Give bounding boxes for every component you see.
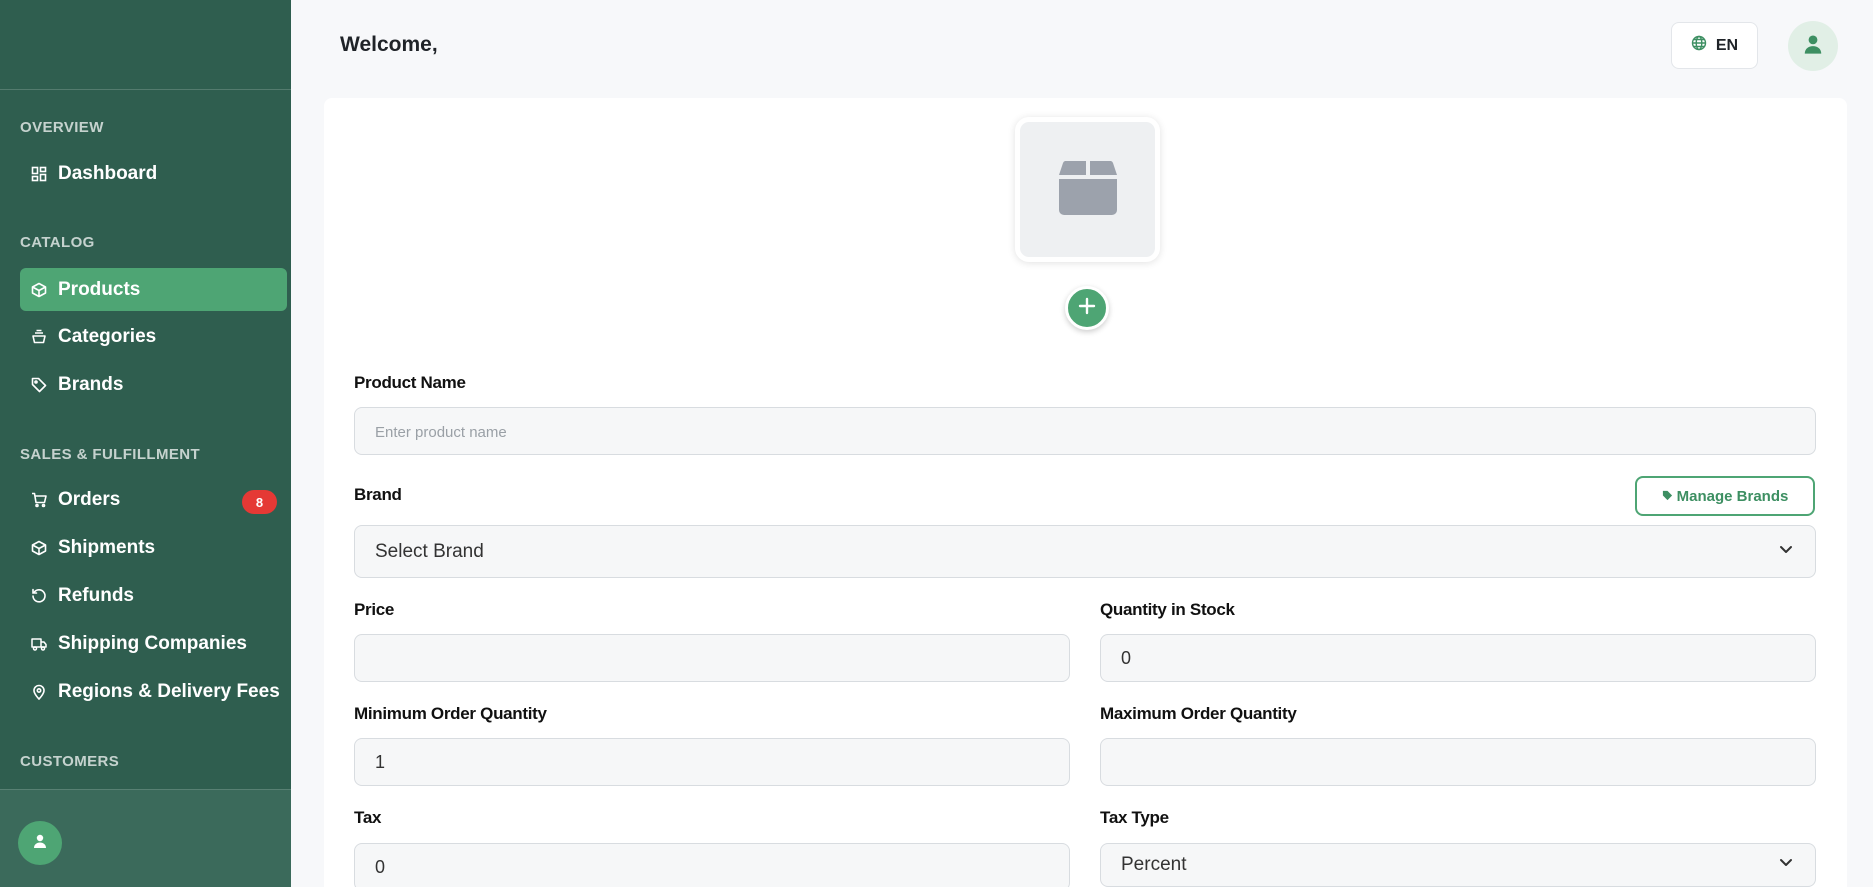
language-label: EN (1715, 36, 1739, 54)
dashboard-icon (31, 166, 47, 182)
language-button[interactable]: EN (1671, 22, 1758, 69)
sidebar-item-label: Categories (58, 325, 157, 347)
product-name-field[interactable] (354, 407, 1816, 455)
sidebar-item-label: Regions & Delivery Fees (58, 680, 280, 702)
sidebar-item-shipping-companies[interactable]: Shipping Companies (20, 622, 287, 665)
tax-value: 0 (375, 856, 386, 877)
sidebar-item-shipments[interactable]: Shipments (20, 526, 287, 569)
section-label-overview: OVERVIEW (20, 119, 104, 136)
avatar[interactable] (18, 821, 62, 865)
min-order-value: 1 (375, 751, 386, 772)
manage-brands-button[interactable]: Manage Brands (1635, 476, 1815, 516)
truck-icon (31, 636, 47, 652)
box-icon (1058, 159, 1117, 220)
chevron-down-icon (1777, 540, 1795, 564)
tag-icon (31, 377, 47, 393)
user-avatar-button[interactable] (1788, 21, 1838, 71)
tax-type-value: Percent (1121, 854, 1187, 875)
min-order-field[interactable]: 1 (354, 738, 1070, 786)
box-icon (31, 282, 47, 298)
sidebar-item-label: Products (58, 278, 141, 300)
plus-icon (1078, 297, 1096, 320)
manage-brands-label: Manage Brands (1676, 487, 1789, 505)
map-pin-icon (31, 684, 47, 700)
globe-icon (1691, 35, 1716, 56)
tax-type-label: Tax Type (1100, 808, 1169, 827)
sidebar-item-dashboard[interactable]: Dashboard (20, 152, 287, 195)
brand-select-value: Select Brand (375, 540, 484, 562)
user-icon (32, 833, 48, 854)
sidebar-item-label: Brands (58, 373, 124, 395)
refund-icon (31, 588, 47, 604)
add-image-button[interactable] (1065, 286, 1109, 330)
sidebar-logo-area (0, 0, 291, 90)
section-label-sales: SALES & FULFILLMENT (20, 446, 201, 463)
sidebar-item-label: Shipments (58, 536, 156, 558)
user-icon (1802, 33, 1824, 60)
tax-label: Tax (354, 808, 382, 827)
brand-label: Brand (354, 485, 402, 504)
basket-icon (31, 329, 47, 345)
sidebar-item-regions[interactable]: Regions & Delivery Fees (20, 670, 287, 713)
cart-icon (31, 492, 47, 508)
product-image-placeholder[interactable] (1015, 117, 1160, 262)
min-order-label: Minimum Order Quantity (354, 704, 547, 723)
max-order-label: Maximum Order Quantity (1100, 704, 1297, 723)
brand-select[interactable]: Select Brand (354, 525, 1816, 578)
tax-type-select[interactable]: Percent (1100, 843, 1816, 887)
tax-field[interactable]: 0 (354, 843, 1070, 887)
sidebar-item-products[interactable]: Products (20, 268, 287, 311)
price-field[interactable] (354, 634, 1070, 682)
quantity-field[interactable]: 0 (1100, 634, 1816, 682)
tag-icon (1662, 488, 1677, 505)
sidebar-user-area (0, 789, 291, 887)
sidebar-item-refunds[interactable]: Refunds (20, 574, 287, 617)
box-icon (31, 540, 47, 556)
sidebar-item-label: Dashboard (58, 162, 158, 184)
section-label-catalog: CATALOG (20, 234, 95, 251)
sidebar-item-orders[interactable]: Orders 8 (20, 478, 287, 521)
product-name-label: Product Name (354, 373, 466, 392)
sidebar-item-label: Shipping Companies (58, 632, 247, 654)
orders-count-badge: 8 (242, 490, 277, 514)
quantity-label: Quantity in Stock (1100, 600, 1235, 619)
sidebar-item-label: Orders (58, 488, 121, 510)
section-label-customers: CUSTOMERS (20, 753, 120, 770)
max-order-field[interactable] (1100, 738, 1816, 786)
sidebar: OVERVIEW Dashboard CATALOG Products Cate… (0, 0, 291, 887)
product-name-input[interactable] (375, 420, 1795, 442)
product-form-card: Product Name Brand Manage Brands Select … (324, 98, 1847, 887)
sidebar-item-categories[interactable]: Categories (20, 315, 287, 358)
sidebar-item-brands[interactable]: Brands (20, 363, 287, 406)
quantity-value: 0 (1121, 647, 1132, 668)
price-label: Price (354, 600, 395, 619)
chevron-down-icon (1777, 853, 1795, 877)
page-title: Welcome, (340, 33, 438, 56)
sidebar-item-label: Refunds (58, 584, 134, 606)
